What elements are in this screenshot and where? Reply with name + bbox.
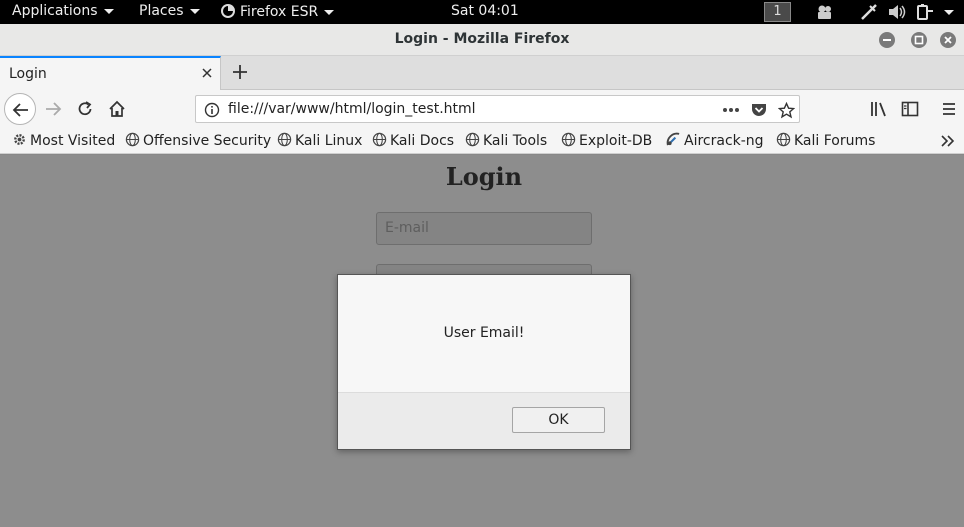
maximize-icon — [914, 35, 924, 45]
gnome-top-bar: Applications Places Firefox ESR Sat 04:0… — [0, 0, 964, 24]
alert-message: User Email! — [443, 325, 525, 341]
dropdown-arrow-icon — [324, 9, 335, 15]
tab-label: Login — [9, 66, 47, 82]
bookmark-kali-docs[interactable]: Kali Docs — [372, 132, 454, 149]
bookmark-star-icon[interactable] — [778, 102, 795, 119]
globe-icon — [372, 132, 387, 147]
new-tab-icon[interactable] — [231, 63, 249, 81]
bookmark-label: Offensive Security — [143, 133, 272, 149]
alert-dialog: User Email! OK — [337, 274, 631, 450]
pocket-icon[interactable] — [750, 102, 768, 118]
dropdown-arrow-icon — [103, 8, 114, 14]
globe-icon — [465, 132, 480, 147]
close-window-button[interactable] — [940, 32, 956, 48]
back-button[interactable] — [4, 93, 36, 125]
bookmark-exploit-db[interactable]: Exploit-DB — [561, 132, 652, 149]
home-icon[interactable] — [108, 100, 126, 118]
minimize-icon — [883, 39, 891, 41]
close-icon — [944, 36, 952, 44]
bookmark-kali-forums[interactable]: Kali Forums — [776, 132, 875, 149]
bookmarks-toolbar: Most Visited Offensive Security Kali Lin… — [0, 128, 964, 154]
volume-icon — [889, 5, 906, 19]
bookmark-label: Kali Tools — [483, 133, 548, 149]
bookmark-label: Aircrack-ng — [684, 133, 764, 149]
email-field[interactable]: E-mail — [376, 212, 592, 245]
sidebar-icon[interactable] — [901, 100, 919, 118]
ok-button[interactable]: OK — [512, 407, 605, 433]
globe-icon — [125, 132, 140, 147]
firefox-icon — [221, 4, 235, 18]
dropdown-arrow-icon — [189, 8, 200, 14]
bookmark-kali-tools[interactable]: Kali Tools — [465, 132, 547, 149]
bookmark-label: Kali Forums — [794, 133, 876, 149]
navigation-toolbar: file:///var/www/html/login_test.html — [0, 90, 964, 128]
globe-icon — [561, 132, 576, 147]
bookmark-label: Exploit-DB — [579, 133, 653, 149]
places-menu[interactable]: Places — [139, 3, 200, 19]
bookmark-aircrack-ng[interactable]: Aircrack-ng — [666, 132, 764, 149]
gear-icon — [14, 134, 25, 145]
page-actions-icon[interactable] — [722, 107, 740, 113]
globe-icon — [277, 132, 292, 147]
bookmark-label: Kali Linux — [295, 133, 363, 149]
bookmark-label: Kali Docs — [390, 133, 455, 149]
bookmark-label: Most Visited — [30, 133, 116, 149]
globe-icon — [776, 132, 791, 147]
bookmark-offensive-security[interactable]: Offensive Security — [125, 132, 271, 149]
clock[interactable]: Sat 04:01 — [451, 3, 519, 19]
window-title: Login - Mozilla Firefox — [394, 31, 570, 47]
system-menu-arrow-icon — [944, 10, 954, 15]
close-tab-icon[interactable] — [200, 66, 214, 80]
chevron-more-icon[interactable] — [940, 134, 956, 148]
minimize-button[interactable] — [879, 32, 895, 48]
info-icon[interactable] — [204, 102, 220, 118]
tab-strip: Login — [0, 56, 964, 90]
network-icon — [861, 4, 877, 20]
library-icon[interactable] — [870, 100, 888, 118]
maximize-button[interactable] — [911, 32, 927, 48]
applications-label: Applications — [12, 3, 98, 19]
forward-arrow-icon[interactable] — [44, 100, 62, 118]
places-label: Places — [139, 3, 184, 19]
url-text[interactable]: file:///var/www/html/login_test.html — [228, 101, 476, 117]
satellite-icon — [666, 132, 680, 146]
app-menu[interactable]: Firefox ESR — [220, 3, 335, 20]
url-bar[interactable]: file:///var/www/html/login_test.html — [195, 95, 800, 123]
menu-hamburger-icon[interactable] — [940, 100, 958, 118]
applications-menu[interactable]: Applications — [12, 3, 114, 19]
camera-icon — [818, 5, 831, 19]
app-name-label: Firefox ESR — [240, 4, 319, 20]
window-titlebar: Login - Mozilla Firefox — [0, 24, 964, 56]
bookmark-kali-linux[interactable]: Kali Linux — [277, 132, 362, 149]
back-arrow-icon — [12, 103, 28, 117]
bookmark-most-visited[interactable]: Most Visited — [12, 132, 115, 149]
page-heading: Login — [445, 162, 523, 191]
dialog-footer: OK — [338, 392, 630, 449]
workspace-indicator[interactable]: 1 — [764, 2, 791, 22]
reload-icon[interactable] — [76, 100, 94, 118]
tab-login[interactable]: Login — [0, 56, 221, 90]
battery-icon — [917, 4, 933, 20]
